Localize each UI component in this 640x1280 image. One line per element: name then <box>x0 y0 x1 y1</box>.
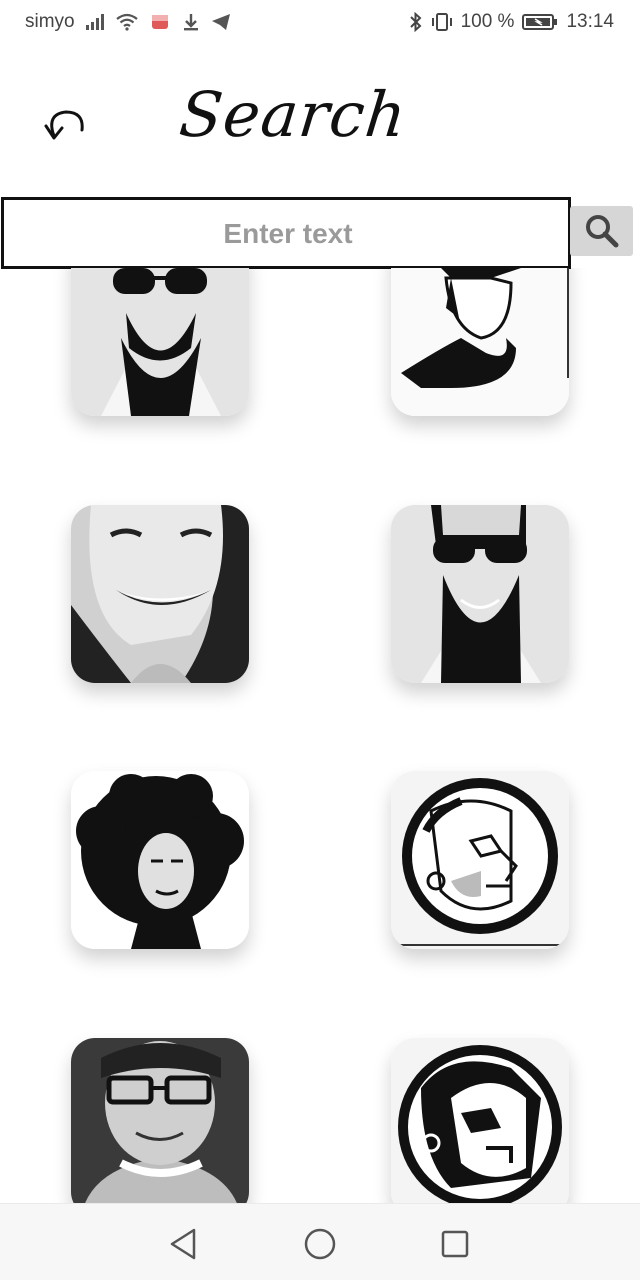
wifi-icon <box>115 13 138 31</box>
result-card[interactable] <box>71 505 249 683</box>
nav-back-button[interactable] <box>163 1224 203 1264</box>
bearded-man-sunglasses-image <box>391 505 569 683</box>
circular-face-logo-2-image <box>391 1038 569 1203</box>
screen: simyo 100 % 13:14 Search Enter text <box>0 0 640 1280</box>
search-icon <box>585 215 618 248</box>
search-text-field[interactable] <box>4 200 572 268</box>
back-button[interactable] <box>40 100 92 146</box>
square-recents-icon <box>441 1230 469 1258</box>
nav-home-button[interactable] <box>300 1224 340 1264</box>
result-card[interactable] <box>391 1038 569 1203</box>
result-card[interactable] <box>391 268 569 416</box>
woman-afro-hair-image <box>71 771 249 949</box>
status-bar: simyo 100 % 13:14 <box>0 0 640 44</box>
clock: 13:14 <box>566 11 614 32</box>
battery-icon <box>522 14 558 30</box>
nav-recents-button[interactable] <box>435 1224 475 1264</box>
result-card[interactable] <box>391 771 569 949</box>
circle-home-icon <box>304 1228 336 1260</box>
circular-face-logo-image <box>391 771 569 949</box>
triangle-back-icon <box>170 1228 196 1260</box>
signal-icon <box>85 14 104 30</box>
vibrate-icon <box>431 13 452 31</box>
page-title: Search <box>176 78 411 151</box>
carrier-label: simyo <box>25 11 75 32</box>
search-button[interactable] <box>570 206 633 256</box>
search-input[interactable] <box>1 197 572 269</box>
result-card[interactable] <box>71 1038 249 1203</box>
result-card[interactable] <box>71 268 249 416</box>
app-notification-icon <box>151 15 168 29</box>
man-with-glasses-image <box>71 1038 249 1203</box>
telegram-icon <box>211 14 230 30</box>
navigation-bar <box>0 1203 640 1280</box>
result-card[interactable] <box>71 771 249 949</box>
results-grid <box>0 268 640 1203</box>
undo-arrow-icon <box>44 110 84 140</box>
bluetooth-icon <box>409 12 422 32</box>
smiling-woman-image <box>71 505 249 683</box>
result-card[interactable] <box>391 505 569 683</box>
bearded-man-sunglasses-image <box>71 268 249 416</box>
battery-percent: 100 % <box>460 11 515 32</box>
download-icon <box>183 14 198 31</box>
man-portrait-profile-image <box>391 268 569 416</box>
